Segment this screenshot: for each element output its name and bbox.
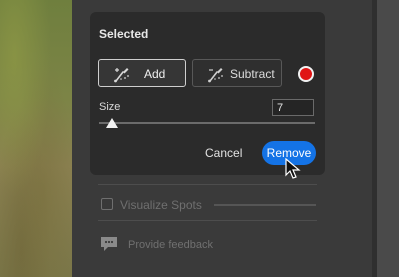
add-button[interactable]: Add bbox=[98, 59, 186, 87]
brush-add-icon bbox=[114, 68, 129, 83]
visualize-spots-label: Visualize Spots bbox=[120, 198, 202, 212]
overlay-color-swatch[interactable] bbox=[298, 66, 314, 82]
section-title: Selected bbox=[99, 27, 149, 41]
feedback-icon bbox=[101, 237, 117, 251]
subtract-button-label: Subtract bbox=[230, 67, 275, 81]
add-button-label: Add bbox=[144, 67, 166, 81]
visualize-spots-checkbox[interactable] bbox=[101, 198, 113, 210]
visualize-spots-slider[interactable] bbox=[214, 204, 316, 206]
size-slider-track[interactable] bbox=[99, 122, 315, 124]
divider-bottom bbox=[98, 220, 317, 221]
size-label: Size bbox=[99, 101, 121, 113]
size-slider-thumb[interactable] bbox=[106, 118, 118, 128]
divider-top bbox=[98, 184, 317, 185]
subtract-button[interactable]: Subtract bbox=[192, 59, 282, 87]
provide-feedback-link[interactable]: Provide feedback bbox=[128, 239, 213, 251]
cancel-button[interactable]: Cancel bbox=[205, 146, 242, 160]
image-canvas bbox=[0, 0, 72, 277]
panel-background bbox=[377, 0, 399, 277]
size-input[interactable] bbox=[272, 99, 314, 116]
mouse-cursor-icon bbox=[285, 158, 301, 179]
brush-subtract-icon bbox=[208, 68, 223, 83]
